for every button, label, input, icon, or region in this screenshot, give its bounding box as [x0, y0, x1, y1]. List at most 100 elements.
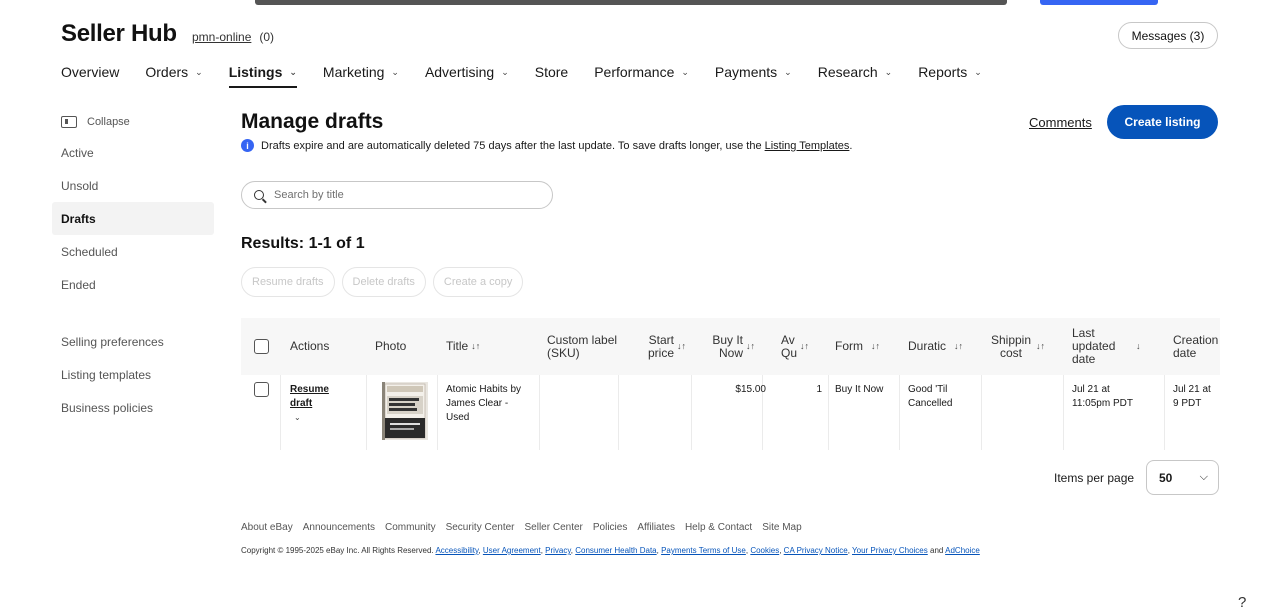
col-actions: Actions — [290, 339, 330, 353]
nav-item-advertising[interactable]: Advertising ⌄ — [425, 64, 509, 88]
nav-item-listings[interactable]: Listings ⌄ — [228, 64, 297, 88]
bulk-actions: Resume drafts Delete drafts Create a cop… — [241, 267, 530, 297]
scroll-remnant-bar — [255, 0, 1007, 5]
nav-label: Payments — [714, 64, 778, 80]
legal-link[interactable]: Your Privacy Choices — [852, 546, 928, 555]
footer-link[interactable]: Affiliates — [637, 522, 675, 533]
row-actions: Resume draft ⌄ — [290, 383, 340, 425]
seller-feedback-score[interactable]: (0) — [259, 30, 274, 44]
sidebar-item-active[interactable]: Active — [52, 136, 214, 169]
col-start-price[interactable]: Start price ↓↑ — [636, 318, 686, 375]
sort-icon: ↓↑ — [746, 341, 755, 351]
nav-item-reports[interactable]: Reports ⌄ — [918, 64, 982, 88]
nav-label: Performance — [594, 64, 675, 80]
nav-label: Research — [817, 64, 878, 80]
info-end: . — [849, 139, 853, 152]
comments-link[interactable]: Comments — [1029, 115, 1092, 130]
sidebar-item-scheduled[interactable]: Scheduled — [52, 235, 214, 268]
row-buy-it-now-price: $15.00 — [735, 384, 766, 395]
col-shipping[interactable]: Shippin cost ↓↑ — [989, 318, 1045, 375]
chevron-down-icon: ⌄ — [974, 67, 982, 77]
drafts-table: Actions Photo Title ↓↑ Custom label (SKU)… — [241, 318, 1220, 450]
sidebar-item-business-policies[interactable]: Business policies — [52, 391, 214, 424]
select-all-checkbox[interactable] — [254, 339, 269, 354]
footer-link[interactable]: Site Map — [762, 522, 801, 533]
resume-draft-link[interactable]: Resume draft — [290, 383, 334, 411]
col-buy-it-now[interactable]: Buy It Now ↓↑ — [707, 318, 755, 375]
col-format[interactable]: Form ↓↑ — [835, 318, 880, 375]
listing-templates-link[interactable]: Listing Templates — [765, 140, 850, 152]
nav-item-marketing[interactable]: Marketing ⌄ — [323, 64, 399, 88]
sidebar-item-ended[interactable]: Ended — [52, 268, 214, 301]
footer-link[interactable]: Community — [385, 522, 436, 533]
item-photo[interactable] — [382, 382, 428, 440]
create-copy-button[interactable]: Create a copy — [432, 267, 524, 297]
chevron-down-icon: ⌄ — [195, 67, 203, 77]
items-per-page-select[interactable]: 50 ⌵ — [1146, 460, 1219, 495]
col-last-updated[interactable]: Last updated date ↓ — [1072, 318, 1150, 375]
footer-link[interactable]: Seller Center — [525, 522, 583, 533]
sort-icon: ↓↑ — [954, 341, 964, 351]
nav-item-performance[interactable]: Performance ⌄ — [594, 64, 689, 88]
sort-icon: ↓↑ — [471, 341, 481, 351]
adchoice-link[interactable]: AdChoice — [945, 546, 980, 555]
items-per-page-value: 50 — [1159, 470, 1173, 485]
row-last-updated: Jul 21 at 11:05pm PDT — [1072, 384, 1133, 409]
messages-button[interactable]: Messages (3) — [1118, 22, 1218, 49]
resume-drafts-button[interactable]: Resume drafts — [241, 267, 335, 297]
nav-item-overview[interactable]: Overview — [61, 64, 119, 88]
create-listing-button[interactable]: Create listing — [1107, 105, 1218, 139]
footer-link[interactable]: Help & Contact — [685, 522, 752, 533]
col-avail-qty[interactable]: Av Qu ↓↑ — [779, 318, 809, 375]
nav-item-payments[interactable]: Payments ⌄ — [715, 64, 792, 88]
help-button[interactable]: ? — [1238, 594, 1246, 611]
results-count: Results: 1-1 of 1 — [241, 235, 365, 252]
sidebar-item-selling-preferences[interactable]: Selling preferences — [52, 325, 214, 358]
sidebar-item-drafts[interactable]: Drafts — [52, 202, 214, 235]
seller-info: pmn-online (0) — [192, 30, 274, 44]
footer-link[interactable]: Announcements — [303, 522, 375, 533]
nav-label: Reports — [918, 64, 968, 80]
footer-link[interactable]: Security Center — [446, 522, 515, 533]
chevron-down-icon: ⌄ — [884, 67, 893, 77]
col-title[interactable]: Title ↓↑ — [446, 318, 480, 375]
collapse-sidebar-button[interactable]: Collapse — [52, 108, 214, 136]
chevron-down-icon: ⌄ — [784, 67, 792, 77]
legal-link[interactable]: Privacy — [545, 546, 571, 555]
nav-item-research[interactable]: Research ⌄ — [818, 64, 892, 88]
chevron-down-icon: ⌄ — [289, 67, 297, 77]
sort-desc-icon: ↓ — [1136, 341, 1141, 351]
sidebar-secondary-list: Selling preferences Listing templates Busi… — [52, 325, 214, 424]
row-title[interactable]: Atomic Habits by James Clear - Used — [446, 383, 534, 425]
col-duration[interactable]: Duratic ↓↑ — [908, 318, 963, 375]
nav-item-orders[interactable]: Orders ⌄ — [145, 64, 202, 88]
footer-link[interactable]: Policies — [593, 522, 627, 533]
nav-item-store[interactable]: Store — [535, 64, 568, 88]
row-checkbox[interactable] — [254, 382, 269, 397]
legal-link[interactable]: User Agreement — [483, 546, 541, 555]
sidebar-item-listing-templates[interactable]: Listing templates — [52, 358, 214, 391]
seller-username-link[interactable]: pmn-online — [192, 30, 251, 44]
info-icon: i — [241, 139, 254, 152]
legal-link[interactable]: Accessibility — [435, 546, 478, 555]
legal-link[interactable]: Consumer Health Data — [575, 546, 656, 555]
sidebar-item-unsold[interactable]: Unsold — [52, 169, 214, 202]
main-nav: Overview Orders ⌄ Listings ⌄ Marketing ⌄ Advert… — [61, 64, 1008, 88]
search-input[interactable] — [274, 189, 534, 201]
nav-label: Listings — [228, 64, 283, 80]
col-creation[interactable]: Creation date — [1173, 318, 1220, 375]
row-format: Buy It Now — [835, 384, 884, 395]
legal-link[interactable]: CA Privacy Notice — [784, 546, 848, 555]
sidebar-primary-list: Active Unsold Drafts Scheduled Ended — [52, 136, 214, 301]
footer-link[interactable]: About eBay — [241, 522, 293, 533]
search-icon — [254, 190, 264, 200]
sort-icon: ↓↑ — [677, 341, 686, 351]
nav-label: Marketing — [322, 64, 385, 80]
brand-title[interactable]: Seller Hub — [61, 20, 177, 48]
delete-drafts-button[interactable]: Delete drafts — [341, 267, 426, 297]
legal-link[interactable]: Payments Terms of Use — [661, 546, 746, 555]
nav-label: Orders — [145, 64, 189, 80]
chevron-down-icon: ⌄ — [391, 67, 399, 77]
legal-link[interactable]: Cookies — [750, 546, 779, 555]
more-actions-chevron-icon[interactable]: ⌄ — [294, 413, 301, 422]
